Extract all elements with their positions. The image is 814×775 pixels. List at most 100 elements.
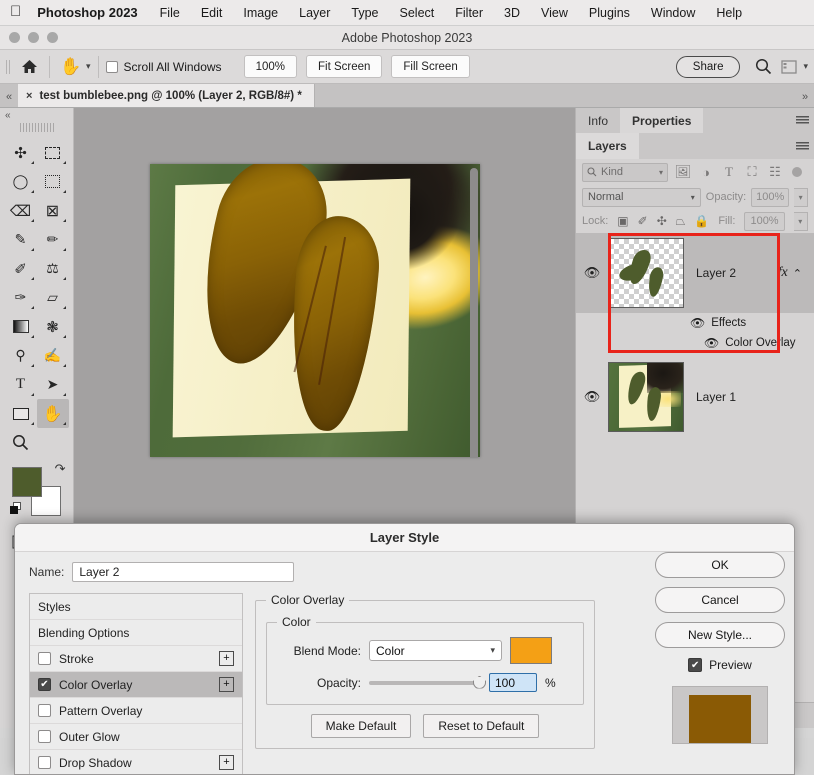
layer-row-layer-1[interactable]: 👁 Layer 1 bbox=[576, 357, 814, 437]
foreground-color-swatch[interactable] bbox=[12, 467, 42, 497]
menu-item-filter[interactable]: Filter bbox=[455, 6, 483, 20]
layer-thumbnail-layer-1[interactable] bbox=[608, 362, 684, 432]
filter-enable-toggle[interactable] bbox=[792, 167, 802, 177]
add-stroke-icon[interactable]: + bbox=[219, 651, 234, 666]
layer-visibility-icon[interactable]: 👁 bbox=[582, 389, 602, 405]
workspace-icon[interactable] bbox=[776, 54, 802, 80]
layers-panel-menu-icon[interactable] bbox=[790, 133, 814, 159]
style-item-outer-glow[interactable]: Outer Glow bbox=[30, 724, 242, 750]
overlay-color-swatch[interactable] bbox=[510, 637, 552, 664]
pattern-overlay-checkbox[interactable] bbox=[38, 704, 51, 717]
layer-style-dialog[interactable]: Layer Style Name: Layer 2 Styles Blendin… bbox=[14, 523, 795, 775]
menu-item-window[interactable]: Window bbox=[651, 6, 695, 20]
opacity-input[interactable]: 100 bbox=[489, 673, 537, 692]
menu-item-3d[interactable]: 3D bbox=[504, 6, 520, 20]
move-tool[interactable]: ✣ bbox=[5, 138, 37, 167]
tab-info[interactable]: Info bbox=[576, 108, 620, 133]
crop-tool[interactable]: ⌫ bbox=[5, 196, 37, 225]
slider-knob[interactable] bbox=[473, 676, 486, 689]
pen-tool[interactable]: ✍ bbox=[37, 341, 69, 370]
eraser-tool[interactable]: ▱ bbox=[37, 283, 69, 312]
rectangular-marquee-tool[interactable] bbox=[37, 138, 69, 167]
chevron-up-icon[interactable]: ⌃ bbox=[793, 267, 802, 280]
fx-icon[interactable]: fx bbox=[778, 265, 788, 281]
collapse-right-icon[interactable]: » bbox=[796, 91, 814, 107]
type-filter-icon[interactable]: T bbox=[720, 163, 738, 181]
maximize-window-button[interactable] bbox=[47, 32, 58, 43]
layer-blend-mode-select[interactable]: Normal ▾ bbox=[582, 188, 701, 207]
type-tool[interactable]: T bbox=[5, 370, 37, 399]
hand-tool-icon[interactable]: ✋ bbox=[57, 54, 85, 80]
style-item-pattern-overlay[interactable]: Pattern Overlay bbox=[30, 698, 242, 724]
cancel-button[interactable]: Cancel bbox=[655, 587, 785, 613]
blending-options-item[interactable]: Blending Options bbox=[30, 620, 242, 646]
drop-shadow-checkbox[interactable] bbox=[38, 756, 51, 769]
layer-effect-color-overlay-row[interactable]: 👁 Color Overlay bbox=[576, 333, 814, 353]
make-default-button[interactable]: Make Default bbox=[311, 714, 412, 738]
options-bar-grip[interactable] bbox=[4, 56, 13, 78]
layer-opacity-field[interactable]: 100% bbox=[751, 188, 789, 207]
lasso-tool[interactable]: ◯ bbox=[5, 167, 37, 196]
checkbox-box[interactable] bbox=[106, 61, 118, 73]
swap-colors-icon[interactable]: ↷ bbox=[55, 461, 66, 477]
blur-tool[interactable]: ❃ bbox=[37, 312, 69, 341]
add-drop-shadow-icon[interactable]: + bbox=[219, 755, 234, 770]
fit-screen-button[interactable]: Fit Screen bbox=[306, 55, 382, 78]
path-selection-tool[interactable]: ➤ bbox=[37, 370, 69, 399]
clone-stamp-tool[interactable]: ⚖ bbox=[37, 254, 69, 283]
home-icon[interactable] bbox=[16, 54, 42, 80]
fill-screen-button[interactable]: Fill Screen bbox=[391, 55, 469, 78]
spot-healing-brush-tool[interactable]: ✏ bbox=[37, 225, 69, 254]
object-selection-tool[interactable] bbox=[37, 167, 69, 196]
layer-fill-field[interactable]: 100% bbox=[744, 212, 784, 231]
lock-all-icon[interactable]: 🔒 bbox=[694, 214, 709, 228]
tool-preset-chevron-down-icon[interactable]: ▾ bbox=[86, 61, 91, 72]
styles-header[interactable]: Styles bbox=[30, 594, 242, 620]
menu-item-edit[interactable]: Edit bbox=[201, 6, 223, 20]
chevron-down-icon[interactable]: ▾ bbox=[490, 645, 495, 656]
toolbar-grip[interactable] bbox=[20, 123, 54, 132]
layer-name-input[interactable]: Layer 2 bbox=[72, 562, 294, 582]
history-brush-tool[interactable]: ✑ bbox=[5, 283, 37, 312]
stroke-checkbox[interactable] bbox=[38, 652, 51, 665]
menu-item-file[interactable]: File bbox=[160, 6, 180, 20]
menu-item-layer[interactable]: Layer bbox=[299, 6, 330, 20]
zoom-tool[interactable] bbox=[5, 428, 37, 457]
dodge-tool[interactable]: ⚲ bbox=[5, 341, 37, 370]
blend-mode-select[interactable]: Color ▾ bbox=[369, 640, 502, 661]
new-style-button[interactable]: New Style... bbox=[655, 622, 785, 648]
filter-kind-select[interactable]: Kind ▾ bbox=[582, 163, 668, 182]
style-item-drop-shadow[interactable]: Drop Shadow + bbox=[30, 750, 242, 775]
toolbar-collapse-icon[interactable]: « bbox=[0, 110, 73, 122]
reset-to-default-button[interactable]: Reset to Default bbox=[423, 714, 539, 738]
image-filter-icon[interactable]: 🖼 bbox=[674, 163, 692, 181]
lock-image-icon[interactable]: ✐ bbox=[638, 214, 648, 228]
layer-fx-cell[interactable]: fx ⌃ bbox=[778, 265, 808, 281]
document-canvas[interactable] bbox=[150, 164, 480, 457]
document-tab[interactable]: × test bumblebee.png @ 100% (Layer 2, RG… bbox=[18, 84, 315, 107]
close-icon[interactable]: × bbox=[26, 90, 32, 102]
menu-item-select[interactable]: Select bbox=[400, 6, 435, 20]
brush-tool[interactable]: ✐ bbox=[5, 254, 37, 283]
opacity-slider[interactable] bbox=[369, 676, 481, 690]
effects-visibility-icon[interactable]: 👁 bbox=[690, 316, 705, 330]
outer-glow-checkbox[interactable] bbox=[38, 730, 51, 743]
lock-artboard-icon[interactable]: ⏢ bbox=[676, 214, 686, 229]
add-color-overlay-icon[interactable]: + bbox=[219, 677, 234, 692]
style-item-stroke[interactable]: Stroke + bbox=[30, 646, 242, 672]
share-button[interactable]: Share bbox=[676, 56, 741, 78]
preview-checkbox-row[interactable]: ✔ Preview bbox=[688, 658, 752, 672]
search-icon[interactable] bbox=[750, 54, 776, 80]
menu-item-help[interactable]: Help bbox=[716, 6, 742, 20]
menu-item-type[interactable]: Type bbox=[351, 6, 378, 20]
style-item-color-overlay[interactable]: ✔ Color Overlay + bbox=[30, 672, 242, 698]
canvas-vertical-scrollbar[interactable] bbox=[470, 168, 478, 457]
zoom-100-button[interactable]: 100% bbox=[244, 55, 297, 78]
scroll-all-windows-checkbox[interactable]: Scroll All Windows bbox=[106, 60, 222, 74]
smartobject-filter-icon[interactable]: ☷ bbox=[766, 163, 784, 181]
gradient-tool[interactable] bbox=[5, 312, 37, 341]
tab-layers[interactable]: Layers bbox=[576, 133, 639, 159]
menu-item-view[interactable]: View bbox=[541, 6, 568, 20]
frame-tool[interactable]: ⊠ bbox=[37, 196, 69, 225]
layer-row-layer-2[interactable]: 👁 Layer 2 fx ⌃ bbox=[576, 233, 814, 313]
